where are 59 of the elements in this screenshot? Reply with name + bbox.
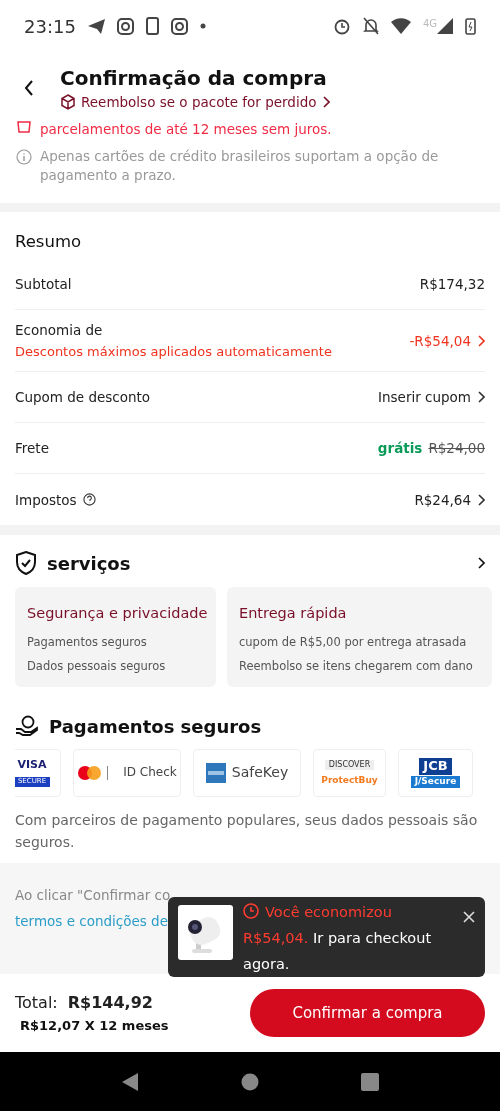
row-value: R$24,64 [414, 491, 471, 508]
refund-link[interactable]: Reembolso se o pacote for perdido [81, 94, 317, 110]
card-line: cupom de R$5,00 por entrega atrasada [239, 635, 468, 649]
payments-note: Com parceiros de pagamento populares, seus dados pessoais são seguros. [15, 811, 479, 852]
home-nav-icon[interactable] [241, 1072, 259, 1091]
camera-app-icon [116, 17, 134, 35]
chevron-right-icon [321, 96, 330, 108]
info-icon [16, 149, 32, 165]
row-label: Cupom de desconto [15, 389, 151, 405]
total-label: Total: [15, 993, 58, 1012]
row-label: Economia de [15, 322, 104, 338]
card-line: Dados pessoais seguros [27, 659, 167, 673]
card-line: Reembolso se itens chegarem com dano [239, 659, 474, 673]
back-nav-icon[interactable] [121, 1071, 139, 1092]
section-title: Pagamentos seguros [49, 715, 263, 737]
clock-icon [243, 903, 259, 919]
card-title: Entrega rápida [239, 605, 348, 621]
row-label: Impostos [15, 491, 77, 508]
row-value[interactable]: Inserir cupom [378, 389, 471, 405]
mute-icon [362, 17, 379, 35]
total-value: R$144,92 [67, 993, 153, 1012]
info-text: Apenas cartões de crédito brasileiros suportam a opção de pagamento a prazo. [40, 147, 440, 185]
recents-nav-icon[interactable] [361, 1072, 379, 1091]
camera-app-icon [170, 17, 188, 35]
package-icon [60, 94, 76, 110]
back-icon[interactable] [24, 80, 34, 96]
confirm-button[interactable]: Confirmar a compra [250, 989, 485, 1037]
network-label: 4G [422, 18, 437, 29]
battery-icon [465, 17, 476, 35]
card-line: Pagamentos seguros [27, 635, 148, 649]
alarm-icon [332, 17, 351, 35]
shield-check-icon [15, 551, 37, 575]
page-title: Confirmação da compra [60, 66, 328, 90]
chevron-right-icon [477, 557, 485, 569]
signal-icon [437, 18, 453, 34]
section-title: Resumo [15, 231, 83, 253]
row-value: R$24,00 [428, 440, 485, 456]
row-label: Frete [15, 440, 49, 456]
installments-text: R$12,07 X 12 meses [19, 1018, 169, 1033]
help-icon[interactable] [82, 493, 96, 506]
clock: 23:15 [24, 15, 76, 37]
section-title: serviços [47, 552, 132, 574]
mastercard-logo: ID Check [73, 749, 181, 797]
wifi-icon [390, 18, 411, 34]
hand-coin-icon [15, 715, 39, 737]
discover-logo: DISCOVER ProtectBuy [313, 749, 386, 797]
savings-toast[interactable]: Você economizou R$54,04. Ir para checkout agora. [168, 897, 485, 977]
amex-logo: SafeKey [193, 749, 301, 797]
discount-note: Descontos máximos aplicados automaticamente [15, 344, 332, 359]
promo-text: parcelamentos de até 12 meses sem juros. [40, 120, 332, 139]
dot-icon [199, 23, 206, 29]
send-icon [87, 18, 105, 34]
phone-icon [145, 17, 159, 35]
jcb-logo: JCB J/Secure [398, 749, 473, 797]
row-label: Subtotal [15, 276, 72, 292]
close-icon[interactable] [463, 911, 475, 923]
row-value: -R$54,04 [409, 332, 471, 349]
free-label: grátis [377, 440, 423, 456]
row-value: R$174,32 [419, 276, 485, 292]
